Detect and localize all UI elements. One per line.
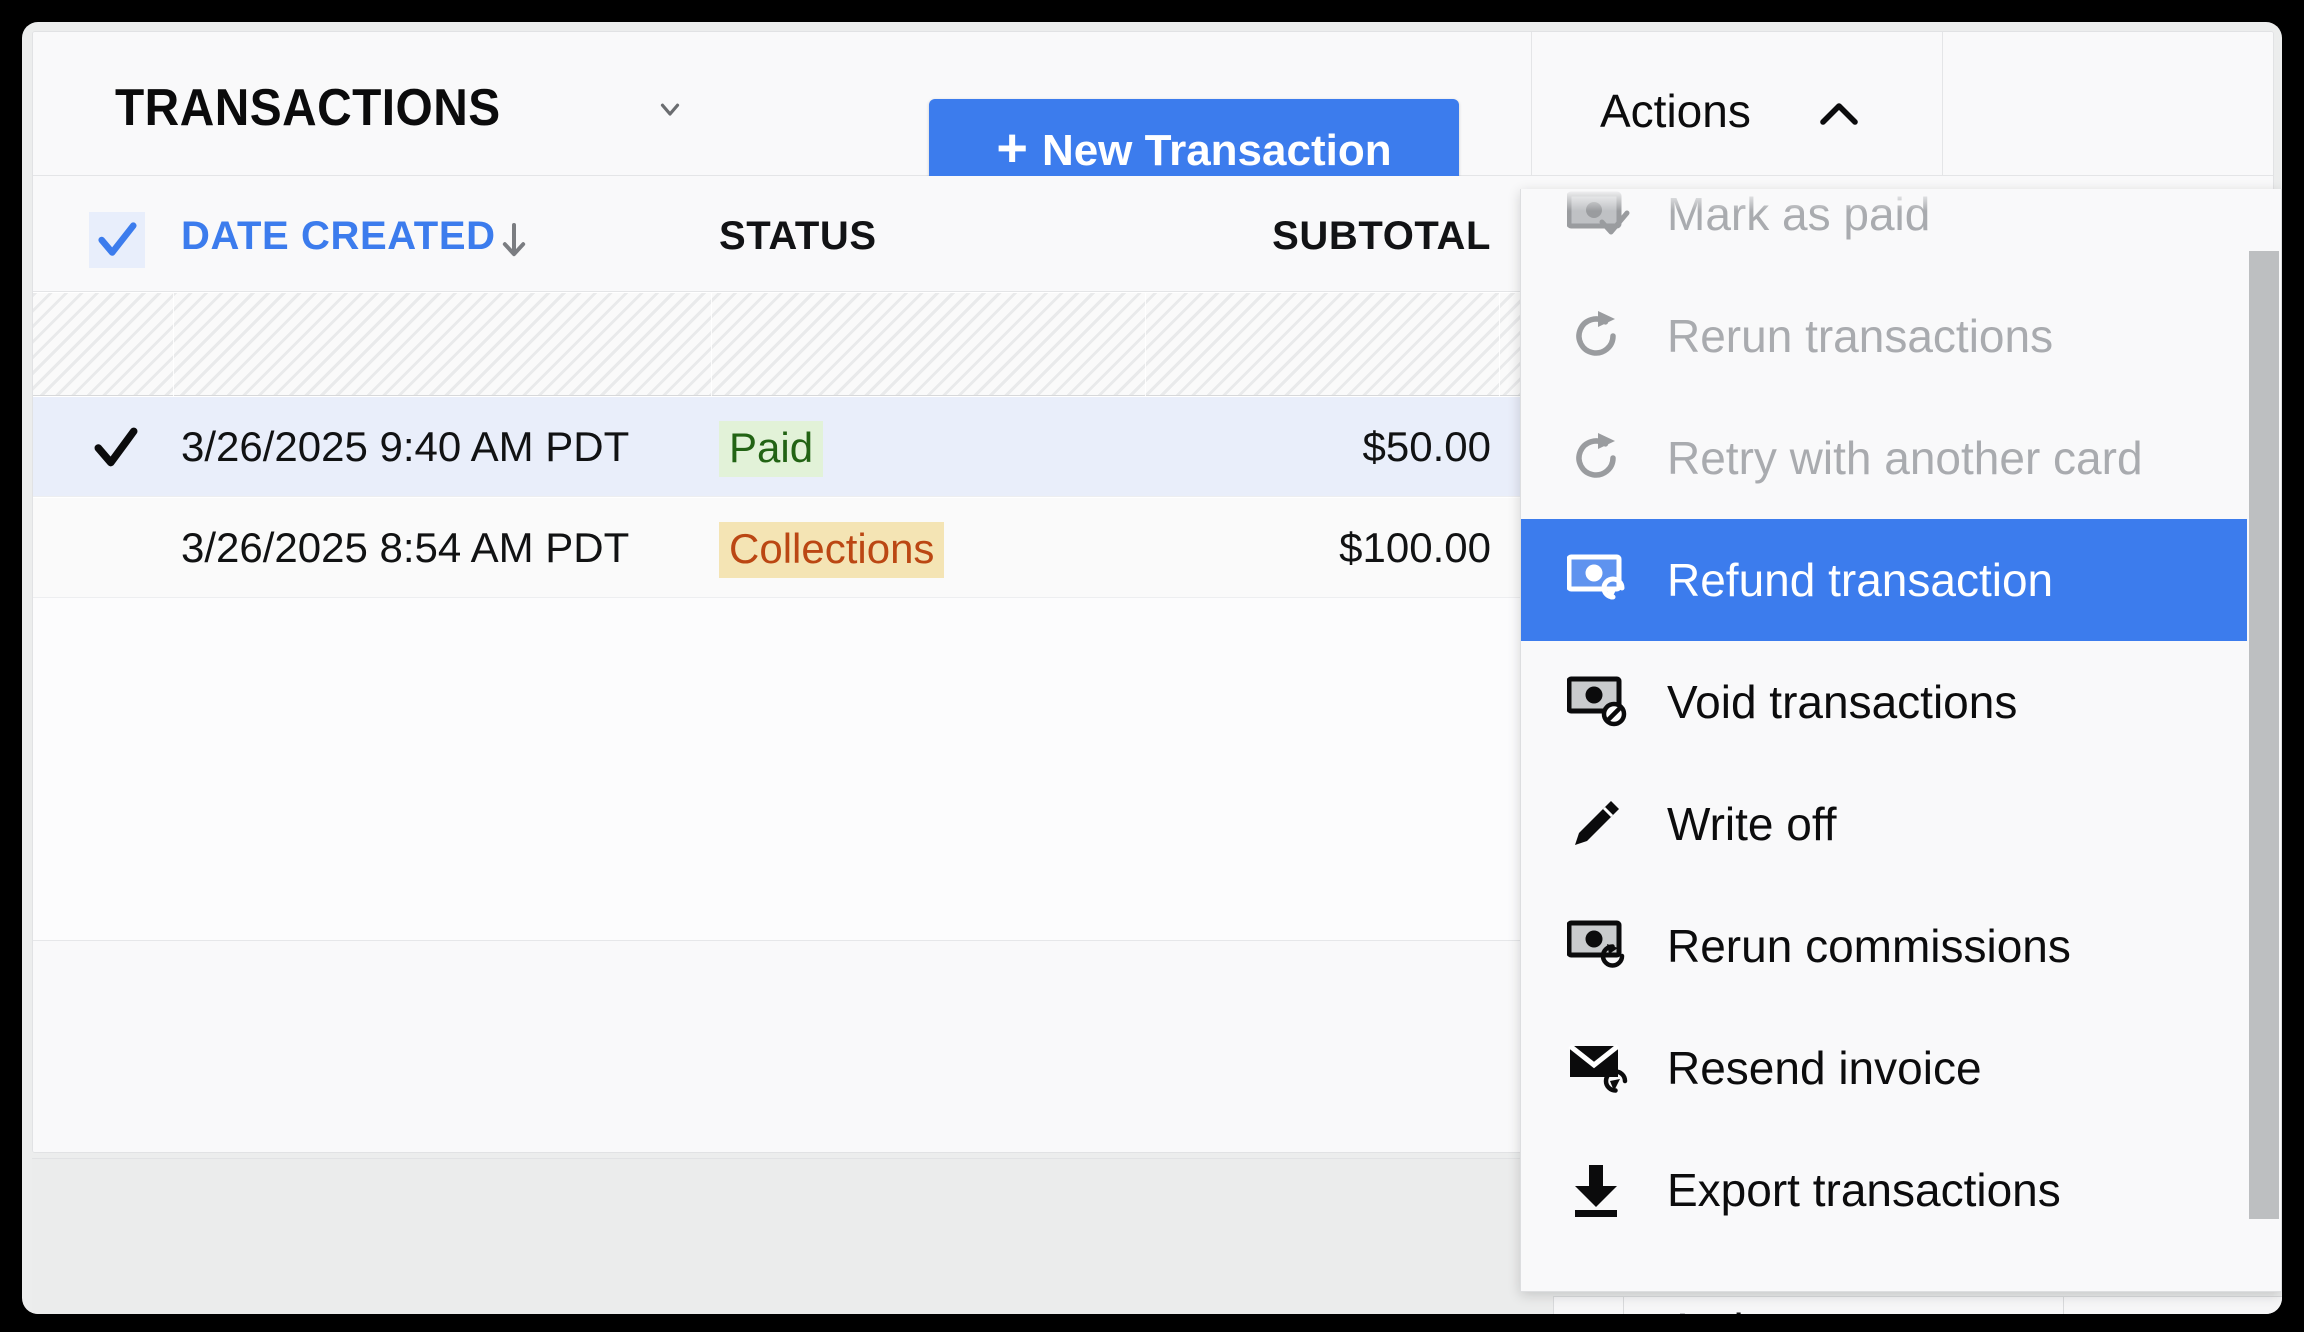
menu-item-refund-transaction[interactable]: Refund transaction: [1521, 519, 2249, 641]
banknote-void-icon: [1567, 673, 1641, 731]
menu-item-rerun-commissions[interactable]: Rerun commissions: [1521, 885, 2281, 1007]
menu-item-label: Mark as paid: [1667, 189, 1931, 240]
menu-item-write-off[interactable]: Write off: [1521, 763, 2281, 885]
status-badge: Paid: [719, 421, 824, 477]
app-viewport: TRANSACTIONS + New Transaction Actions D…: [22, 22, 2282, 1314]
menu-item-label: Refund transaction: [1667, 554, 2054, 606]
filter-cell-divider: [1499, 293, 1500, 396]
menu-item-label: Void transactions: [1667, 676, 2018, 728]
actions-menu-button[interactable]: Actions: [1532, 32, 1942, 175]
page-title: TRANSACTIONS: [115, 79, 501, 137]
bottom-bar-divider: [1623, 1297, 1624, 1314]
menu-item-label: Resend invoice: [1667, 1042, 1982, 1094]
menu-item-resend-invoice[interactable]: Resend invoice: [1521, 1007, 2281, 1129]
refresh-icon: [1567, 429, 1641, 487]
menu-item-label: Retry with another card: [1667, 432, 2143, 484]
filter-cell-divider: [173, 293, 174, 396]
chevron-up-icon: [1815, 94, 1863, 134]
banknote-refresh-icon: [1567, 917, 1641, 975]
cell-subtotal: $50.00: [1362, 423, 1491, 470]
cell-subtotal: $100.00: [1339, 524, 1491, 571]
pencil-icon: [1567, 795, 1641, 853]
chevron-down-icon[interactable]: [655, 94, 685, 124]
menu-item-retry-with-another-card: Retry with another card: [1521, 397, 2281, 519]
column-header-subtotal[interactable]: SUBTOTAL: [1153, 214, 1491, 259]
envelope-refresh-icon: [1567, 1039, 1641, 1097]
refresh-icon: [1567, 307, 1641, 365]
actions-menu-label: Actions: [1600, 85, 1751, 137]
actions-dropdown-menu: Mark as paid Rerun transactions Retry wi…: [1520, 189, 2282, 1292]
menu-item-rerun-transactions: Rerun transactions: [1521, 275, 2281, 397]
filter-cell-divider: [711, 293, 712, 396]
cell-date-created: 3/26/2025 9:40 AM PDT: [181, 423, 630, 470]
status-badge: Collections: [719, 522, 945, 578]
menu-item-void-transactions[interactable]: Void transactions: [1521, 641, 2281, 763]
download-icon: [1567, 1161, 1641, 1219]
column-header-status[interactable]: STATUS: [719, 214, 877, 259]
filter-cell-divider: [1145, 293, 1146, 396]
toolbar-divider-right: [1942, 32, 1943, 175]
column-header-date-created[interactable]: DATE CREATED: [181, 214, 496, 259]
bottom-actions-bar: Actions: [1553, 1296, 2282, 1314]
plus-icon: +: [996, 118, 1028, 179]
toolbar: TRANSACTIONS + New Transaction Actions: [33, 32, 2273, 203]
menu-item-export-transactions[interactable]: Export transactions: [1521, 1129, 2281, 1251]
menu-item-label: Rerun transactions: [1667, 310, 2054, 362]
menu-scrollbar[interactable]: [2247, 189, 2281, 1291]
banknote-check-icon: [1567, 189, 1641, 243]
menu-scrollbar-thumb[interactable]: [2249, 251, 2279, 1219]
select-all-checkbox[interactable]: [89, 212, 145, 268]
bottom-actions-label[interactable]: Actions: [1667, 1303, 1818, 1314]
banknote-undo-icon: [1567, 551, 1641, 609]
cell-date-created: 3/26/2025 8:54 AM PDT: [181, 524, 630, 571]
menu-item-label: Rerun commissions: [1667, 920, 2071, 972]
new-transaction-label: New Transaction: [1041, 126, 1392, 175]
menu-item-label: Write off: [1667, 798, 1837, 850]
row-checkbox[interactable]: [87, 520, 145, 578]
bottom-bar-divider: [2063, 1297, 2064, 1314]
window-frame: TRANSACTIONS + New Transaction Actions D…: [0, 0, 2304, 1332]
menu-item-mark-as-paid: Mark as paid: [1521, 189, 2281, 275]
arrow-down-icon: [499, 220, 529, 260]
row-checkbox[interactable]: [87, 419, 145, 477]
menu-item-label: Export transactions: [1667, 1164, 2061, 1216]
